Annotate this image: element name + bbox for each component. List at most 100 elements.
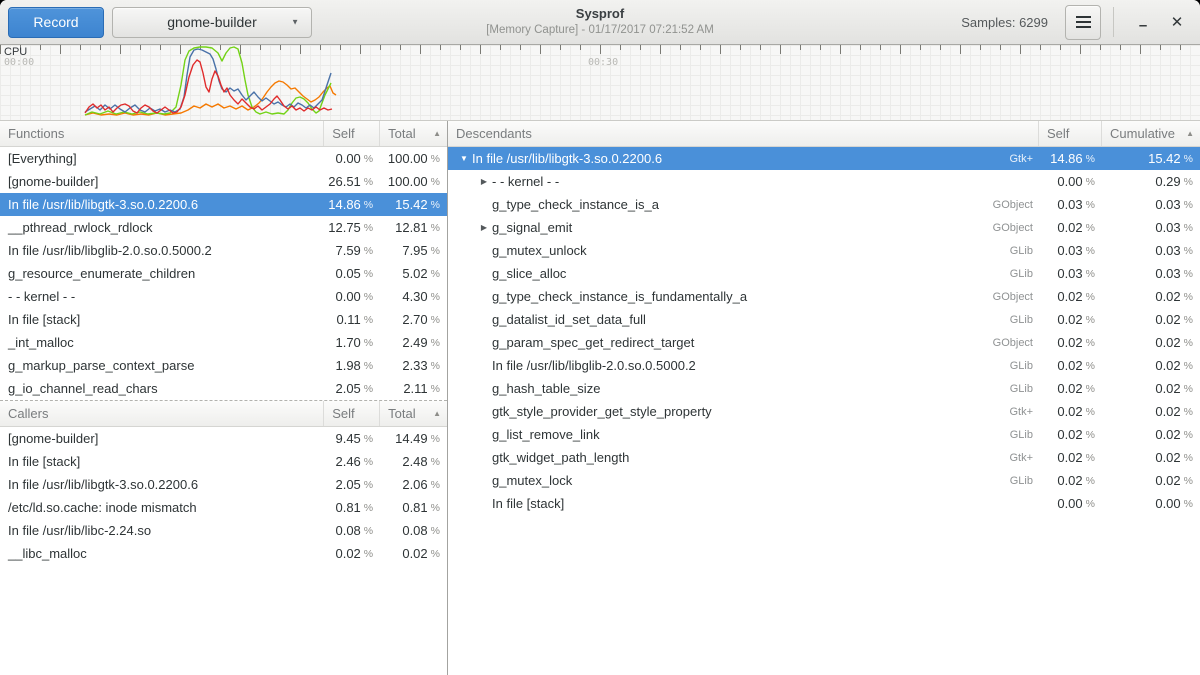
- self-value-cell: 0.02%: [1039, 469, 1102, 492]
- table-row[interactable]: g_hash_table_sizeGLib0.02%0.02%: [448, 377, 1200, 400]
- self-value-cell: 9.45%: [324, 427, 380, 450]
- percent-suffix: %: [364, 479, 373, 491]
- total-value: 2.70: [402, 312, 427, 327]
- self-value: 26.51: [328, 174, 361, 189]
- table-row[interactable]: gtk_style_provider_get_style_propertyGtk…: [448, 400, 1200, 423]
- table-row[interactable]: [gnome-builder]26.51%100.00%: [0, 170, 447, 193]
- table-row[interactable]: __pthread_rwlock_rdlock12.75%12.81%: [0, 216, 447, 239]
- percent-suffix: %: [1086, 383, 1095, 395]
- total-value-cell: 2.33%: [380, 354, 447, 377]
- table-row[interactable]: In file [stack]0.00%0.00%: [448, 492, 1200, 515]
- category-label: GLib: [1010, 383, 1039, 395]
- total-value-cell: 0.02%: [1102, 308, 1200, 331]
- table-row[interactable]: In file /usr/lib/libglib-2.0.so.0.5000.2…: [448, 354, 1200, 377]
- table-row[interactable]: _int_malloc1.70%2.49%: [0, 331, 447, 354]
- category-label: GObject: [993, 222, 1039, 234]
- process-selector-dropdown[interactable]: gnome-builder ▼: [112, 7, 312, 38]
- minimize-button[interactable]: –: [1126, 5, 1160, 39]
- column-header-self[interactable]: Self: [324, 401, 380, 426]
- self-value-cell: 0.02%: [1039, 377, 1102, 400]
- total-value: 0.03: [1155, 197, 1180, 212]
- table-row[interactable]: g_datalist_id_set_data_fullGLib0.02%0.02…: [448, 308, 1200, 331]
- percent-suffix: %: [431, 222, 440, 234]
- total-value-cell: 2.06%: [380, 473, 447, 496]
- row-label: g_resource_enumerate_children: [8, 266, 195, 281]
- table-row[interactable]: ▶- - kernel - -0.00%0.29%: [448, 170, 1200, 193]
- app-menu-button[interactable]: [1065, 5, 1101, 40]
- row-label: - - kernel - -: [8, 289, 75, 304]
- expander-open-icon[interactable]: ▼: [456, 154, 472, 163]
- category-label: Gtk+: [1009, 452, 1039, 464]
- total-value: 0.02: [1155, 312, 1180, 327]
- expander-closed-icon[interactable]: ▶: [476, 223, 492, 232]
- column-header-self[interactable]: Self: [324, 121, 380, 146]
- table-row[interactable]: ▼In file /usr/lib/libgtk-3.so.0.2200.6Gt…: [448, 147, 1200, 170]
- expander-closed-icon[interactable]: ▶: [476, 177, 492, 186]
- row-label: In file /usr/lib/libc-2.24.so: [8, 523, 151, 538]
- self-value-cell: 14.86%: [1039, 147, 1102, 170]
- table-row[interactable]: g_markup_parse_context_parse1.98%2.33%: [0, 354, 447, 377]
- row-label: g_mutex_unlock: [492, 243, 587, 258]
- category-label: Gtk+: [1009, 153, 1039, 165]
- table-row[interactable]: In file /usr/lib/libgtk-3.so.0.2200.62.0…: [0, 473, 447, 496]
- column-header-total[interactable]: Total ▲: [380, 121, 447, 146]
- table-row[interactable]: g_mutex_unlockGLib0.03%0.03%: [448, 239, 1200, 262]
- self-value: 2.46: [335, 454, 360, 469]
- tree-indent: [456, 227, 476, 228]
- table-row[interactable]: In file /usr/lib/libglib-2.0.so.0.5000.2…: [0, 239, 447, 262]
- percent-suffix: %: [431, 153, 440, 165]
- table-row[interactable]: - - kernel - -0.00%4.30%: [0, 285, 447, 308]
- table-row[interactable]: [gnome-builder]9.45%14.49%: [0, 427, 447, 450]
- column-header-self[interactable]: Self: [1039, 121, 1102, 146]
- table-row[interactable]: g_param_spec_get_redirect_targetGObject0…: [448, 331, 1200, 354]
- self-value: 0.03: [1057, 197, 1082, 212]
- total-value: 14.49: [395, 431, 428, 446]
- close-button[interactable]: ✕: [1160, 5, 1194, 39]
- row-label: In file /usr/lib/libglib-2.0.so.0.5000.2: [8, 243, 212, 258]
- table-row[interactable]: [Everything]0.00%100.00%: [0, 147, 447, 170]
- percent-suffix: %: [364, 456, 373, 468]
- table-row[interactable]: In file /usr/lib/libgtk-3.so.0.2200.614.…: [0, 193, 447, 216]
- self-value: 0.02: [1057, 358, 1082, 373]
- table-row[interactable]: g_mutex_lockGLib0.02%0.02%: [448, 469, 1200, 492]
- column-header-descendants[interactable]: Descendants: [448, 121, 1039, 146]
- table-row[interactable]: g_type_check_instance_is_fundamentally_a…: [448, 285, 1200, 308]
- column-header-functions[interactable]: Functions: [0, 121, 324, 146]
- row-name-cell: - - kernel - -: [0, 285, 324, 308]
- table-row[interactable]: g_type_check_instance_is_aGObject0.03%0.…: [448, 193, 1200, 216]
- row-label: g_mutex_lock: [492, 473, 572, 488]
- column-header-total[interactable]: Total ▲: [380, 401, 447, 426]
- total-value: 0.02: [1155, 404, 1180, 419]
- column-header-cumulative[interactable]: Cumulative ▲: [1102, 121, 1200, 146]
- percent-suffix: %: [364, 360, 373, 372]
- row-name-cell: __libc_malloc: [0, 542, 324, 565]
- table-row[interactable]: g_slice_allocGLib0.03%0.03%: [448, 262, 1200, 285]
- percent-suffix: %: [1086, 291, 1095, 303]
- table-row[interactable]: g_resource_enumerate_children0.05%5.02%: [0, 262, 447, 285]
- row-label: g_list_remove_link: [492, 427, 600, 442]
- table-row[interactable]: __libc_malloc0.02%0.02%: [0, 542, 447, 565]
- total-value-cell: 4.30%: [380, 285, 447, 308]
- table-row[interactable]: g_io_channel_read_chars2.05%2.11%: [0, 377, 447, 400]
- self-value-cell: 0.81%: [324, 496, 380, 519]
- table-row[interactable]: /etc/ld.so.cache: inode mismatch0.81%0.8…: [0, 496, 447, 519]
- table-row[interactable]: gtk_widget_path_lengthGtk+0.02%0.02%: [448, 446, 1200, 469]
- cpu-graph[interactable]: CPU 00:0000:30: [0, 45, 1200, 121]
- table-row[interactable]: g_list_remove_linkGLib0.02%0.02%: [448, 423, 1200, 446]
- table-row[interactable]: In file [stack]0.11%2.70%: [0, 308, 447, 331]
- percent-suffix: %: [1086, 337, 1095, 349]
- self-value-cell: 0.02%: [1039, 308, 1102, 331]
- category-label: GLib: [1010, 360, 1039, 372]
- table-row[interactable]: In file [stack]2.46%2.48%: [0, 450, 447, 473]
- total-value: 0.03: [1155, 266, 1180, 281]
- row-label: In file /usr/lib/libglib-2.0.so.0.5000.2: [492, 358, 696, 373]
- record-button[interactable]: Record: [8, 7, 104, 38]
- row-name-cell: In file /usr/lib/libglib-2.0.so.0.5000.2: [0, 239, 324, 262]
- tree-indent: [456, 388, 476, 389]
- row-label: gtk_style_provider_get_style_property: [492, 404, 712, 419]
- column-header-callers[interactable]: Callers: [0, 401, 324, 426]
- table-row[interactable]: ▶g_signal_emitGObject0.02%0.03%: [448, 216, 1200, 239]
- callers-header: Callers Self Total ▲: [0, 401, 447, 427]
- table-row[interactable]: In file /usr/lib/libc-2.24.so0.08%0.08%: [0, 519, 447, 542]
- category-label: GLib: [1010, 245, 1039, 257]
